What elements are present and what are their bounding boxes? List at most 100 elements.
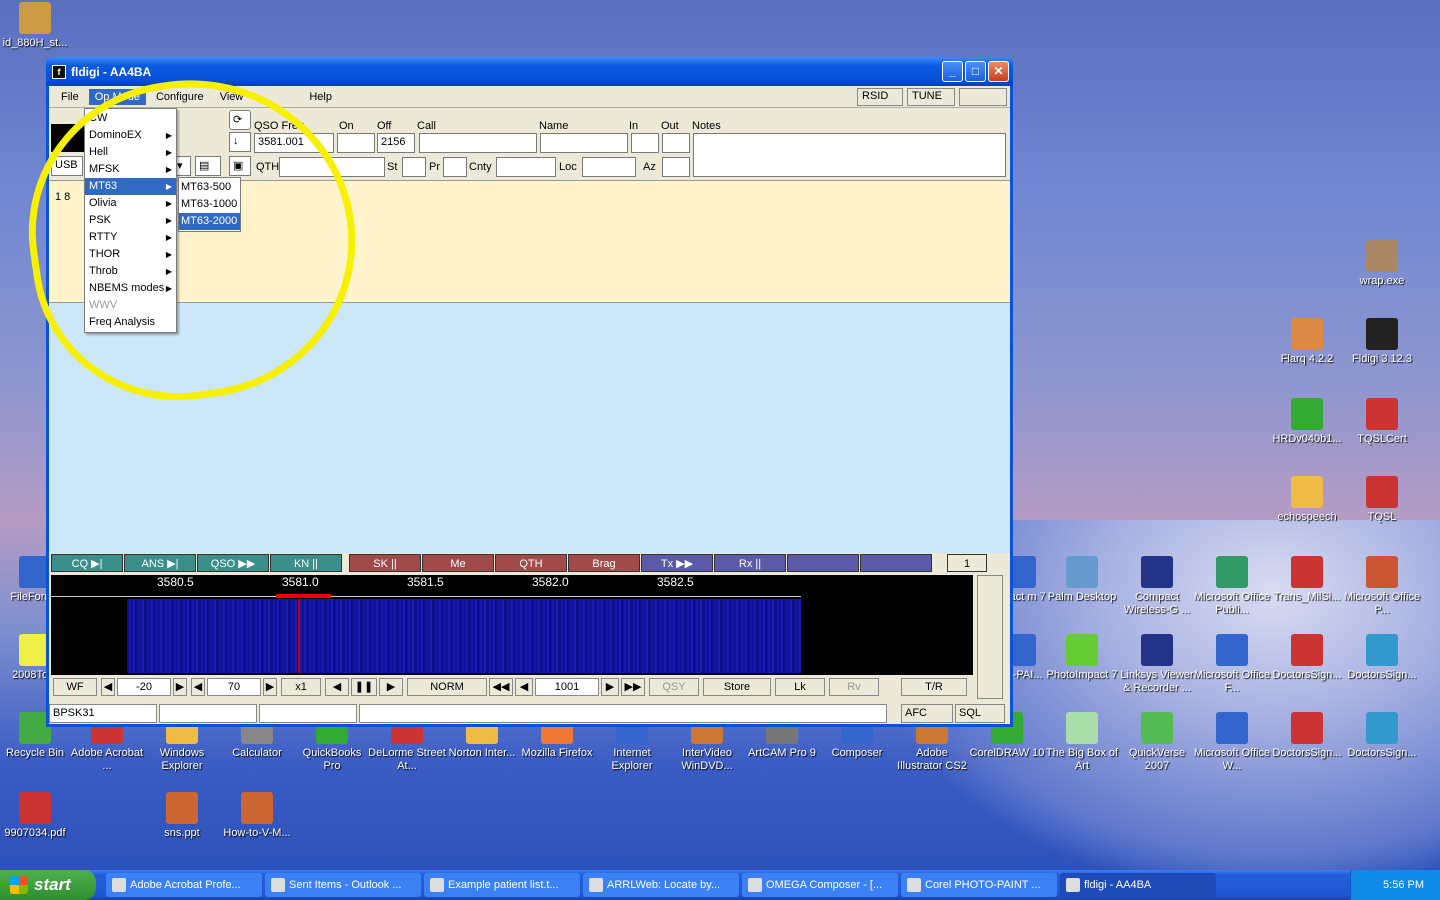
desktop-icon[interactable]: The Big Box of Art (1043, 712, 1121, 773)
app-icon (1141, 634, 1173, 666)
macro-button[interactable]: Brag (568, 554, 640, 572)
desktop-icon[interactable]: Flarq 4.2.2 (1268, 318, 1346, 366)
call-field[interactable] (419, 133, 537, 153)
low-down-button[interactable]: ◀ (101, 678, 115, 696)
desktop-icon[interactable]: Microsoft Office P... (1343, 556, 1421, 617)
taskbar-task[interactable]: Example patient list.t... (424, 873, 580, 897)
off-field[interactable]: 2156 (377, 133, 415, 153)
desktop-icon[interactable]: HRDv040b1... (1268, 398, 1346, 446)
macro-button[interactable]: Rx || (714, 554, 786, 572)
in-field[interactable] (631, 133, 659, 153)
desktop-icon[interactable]: echospeech (1268, 476, 1346, 524)
taskbar-task[interactable]: ARRLWeb: Locate by... (583, 873, 739, 897)
macro-button[interactable]: QSO ▶▶ (197, 554, 269, 572)
desktop-icon[interactable]: 9907034.pdf (0, 792, 74, 840)
desktop-icon[interactable]: DoctorsSign... (1343, 712, 1421, 760)
taskbar-task[interactable]: OMEGA Composer - [... (742, 873, 898, 897)
sql-button[interactable]: SQL (955, 704, 1005, 723)
taskbar-task[interactable]: Sent Items - Outlook ... (265, 873, 421, 897)
desktop-icon[interactable]: How-to-V-M... (218, 792, 296, 840)
left-button[interactable]: ◀ (325, 678, 349, 696)
store-button[interactable]: Store (703, 678, 771, 696)
desktop-icon[interactable]: wrap.exe (1343, 240, 1421, 288)
out-field[interactable] (662, 133, 690, 153)
desktop-icon[interactable]: DoctorsSign... (1343, 634, 1421, 682)
qsy-button[interactable]: QSY (649, 678, 699, 696)
pr-field[interactable] (443, 157, 467, 177)
mode-status[interactable]: BPSK31 (49, 704, 157, 723)
desktop-icon[interactable]: DoctorsSign... (1268, 712, 1346, 760)
pause-button[interactable]: ❚❚ (351, 678, 377, 696)
waterfall-display[interactable]: 3580.5 3581.0 3581.5 3582.0 3582.5 (51, 575, 973, 675)
az-field[interactable] (662, 157, 690, 177)
app-icon (19, 2, 51, 34)
audio-freq-field[interactable]: 1001 (535, 678, 599, 696)
desktop-icon[interactable]: id_880H_st... (0, 2, 74, 50)
desktop-icon-label: Fldigi 3.12.3 (1352, 353, 1412, 365)
tr-button[interactable]: T/R (901, 678, 967, 696)
rsid-button[interactable]: RSID (857, 88, 903, 106)
desktop-icon-label: Microsoft Office P... (1343, 591, 1421, 616)
high-down-button[interactable]: ◀ (191, 678, 205, 696)
right-button[interactable]: ▶ (379, 678, 403, 696)
desktop-icon[interactable]: Fldigi 3.12.3 (1343, 318, 1421, 366)
taskbar-task[interactable]: Corel PHOTO-PAINT ... (901, 873, 1057, 897)
desktop-icon[interactable]: Microsoft Office F... (1193, 634, 1271, 695)
macro-button[interactable]: ANS ▶| (124, 554, 196, 572)
low-up-button[interactable]: ▶ (173, 678, 187, 696)
macro-button[interactable]: KN || (270, 554, 342, 572)
macro-button[interactable] (860, 554, 932, 572)
reverse-button[interactable]: Rv (829, 678, 879, 696)
minimize-button[interactable]: _ (942, 61, 963, 82)
taskbar-task[interactable]: Adobe Acrobat Profe... (106, 873, 262, 897)
macro-button[interactable]: Me (422, 554, 494, 572)
menu-file[interactable]: File (55, 89, 85, 105)
desktop-icon[interactable]: Linksys Viewer & Recorder ... (1118, 634, 1196, 695)
norm-button[interactable]: NORM (407, 678, 487, 696)
menu-help[interactable]: Help (303, 89, 338, 105)
desktop-icon[interactable]: DoctorsSign... (1268, 634, 1346, 682)
macro-button[interactable]: 1 (947, 554, 987, 572)
zoom-button[interactable]: x1 (281, 678, 321, 696)
desktop-icon-label: Adobe Illustrator CS2 (897, 747, 967, 772)
task-label: ARRLWeb: Locate by... (607, 879, 721, 891)
macro-button[interactable]: Tx ▶▶ (641, 554, 713, 572)
desktop-icon[interactable]: Trans_MilSi... (1268, 556, 1346, 604)
macro-button[interactable]: CQ ▶| (51, 554, 123, 572)
fast-right-button[interactable]: ▶▶ (621, 678, 645, 696)
lock-button[interactable]: Lk (775, 678, 825, 696)
tune-button[interactable]: TUNE (907, 88, 955, 106)
macro-button[interactable] (787, 554, 859, 572)
desktop-icon[interactable]: Microsoft Office W... (1193, 712, 1271, 773)
high-up-button[interactable]: ▶ (263, 678, 277, 696)
step-right-button[interactable]: ▶ (601, 678, 619, 696)
on-field[interactable] (337, 133, 375, 153)
afc-button[interactable]: AFC (901, 704, 953, 723)
blank-button[interactable] (959, 88, 1007, 106)
macro-button[interactable]: QTH (495, 554, 567, 572)
wf-button[interactable]: WF (53, 678, 97, 696)
desktop-icon[interactable]: Microsoft Office Publi... (1193, 556, 1271, 617)
macro-button[interactable]: SK || (349, 554, 421, 572)
desktop-icon-label: TQSLCert (1357, 433, 1407, 445)
low-value[interactable]: -20 (117, 678, 171, 696)
notes-field[interactable] (693, 133, 1006, 177)
maximize-button[interactable]: □ (965, 61, 986, 82)
st-field[interactable] (402, 157, 426, 177)
desktop-icon[interactable]: sns.ppt (143, 792, 221, 840)
high-value[interactable]: 70 (207, 678, 261, 696)
cnty-field[interactable] (496, 157, 556, 177)
taskbar-task[interactable]: fldigi - AA4BA (1060, 873, 1216, 897)
fast-left-button[interactable]: ◀◀ (489, 678, 513, 696)
desktop-icon[interactable]: Compact Wireless-G ... (1118, 556, 1196, 617)
desktop-icon[interactable]: QuickVerse 2007 (1118, 712, 1196, 773)
desktop-icon-label: DoctorsSign... (1347, 747, 1417, 759)
close-button[interactable]: ✕ (988, 61, 1009, 82)
desktop-icon[interactable]: TQSLCert (1343, 398, 1421, 446)
start-button[interactable]: start (0, 870, 96, 900)
step-left-button[interactable]: ◀ (515, 678, 533, 696)
loc-field[interactable] (582, 157, 636, 177)
name-field[interactable] (540, 133, 628, 153)
desktop-icon[interactable]: TQSL (1343, 476, 1421, 524)
app-icon (1291, 398, 1323, 430)
